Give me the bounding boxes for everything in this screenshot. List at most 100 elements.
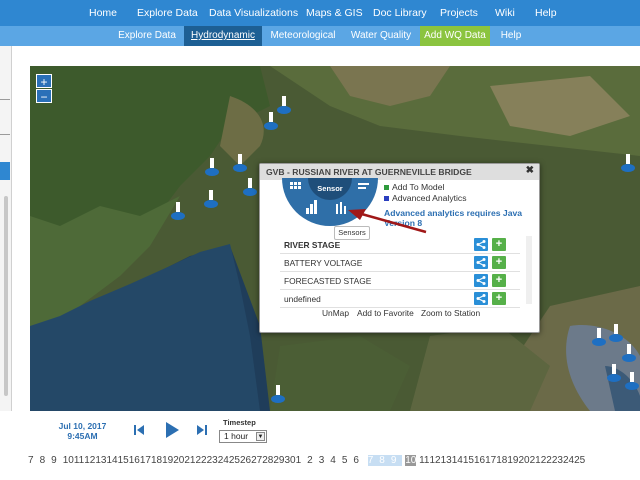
day-number[interactable]: 15 xyxy=(118,455,129,466)
station-marker-icon[interactable] xyxy=(609,324,623,342)
station-marker-icon[interactable] xyxy=(625,372,639,390)
play-icon[interactable] xyxy=(164,421,180,439)
station-marker-icon[interactable] xyxy=(204,190,218,208)
day-current[interactable]: 10 xyxy=(405,455,417,466)
nav-help[interactable]: Help xyxy=(535,0,557,26)
day-number[interactable]: 9 xyxy=(391,455,397,466)
day-number[interactable]: 8 xyxy=(40,455,46,466)
day-number[interactable]: 24 xyxy=(563,455,574,466)
nav-doc-library[interactable]: Doc Library xyxy=(373,0,427,26)
sensor-row[interactable]: undefined + xyxy=(280,290,520,308)
day-number[interactable]: 19 xyxy=(507,455,518,466)
day-number[interactable]: 13 xyxy=(441,455,452,466)
day-number[interactable]: 18 xyxy=(151,455,162,466)
day-number[interactable]: 25 xyxy=(574,455,585,466)
station-marker-icon[interactable] xyxy=(607,364,621,382)
advanced-analytics-option[interactable]: Advanced Analytics xyxy=(384,193,467,203)
days-before[interactable]: 7 8 9 1011121314151617181920212223242526272… xyxy=(28,455,365,466)
nav-projects[interactable]: Projects xyxy=(440,0,478,26)
day-number[interactable]: 23 xyxy=(207,455,218,466)
nav-wiki[interactable]: Wiki xyxy=(495,0,515,26)
day-number[interactable]: 23 xyxy=(552,455,563,466)
day-number[interactable]: 22 xyxy=(541,455,552,466)
add-icon[interactable]: + xyxy=(492,274,506,287)
day-number[interactable]: 19 xyxy=(162,455,173,466)
day-number[interactable]: 9 xyxy=(51,455,57,466)
station-marker-icon[interactable] xyxy=(621,154,635,172)
day-number[interactable]: 16 xyxy=(129,455,140,466)
day-number[interactable]: 28 xyxy=(262,455,273,466)
day-number[interactable]: 10 xyxy=(63,455,74,466)
zoom-in-button[interactable]: + xyxy=(36,74,52,89)
day-number[interactable]: 21 xyxy=(530,455,541,466)
nav-data-visualizations[interactable]: Data Visualizations xyxy=(209,0,298,26)
nav-maps-gis[interactable]: Maps & GIS xyxy=(306,0,363,26)
station-marker-icon[interactable] xyxy=(264,112,278,130)
day-strip[interactable]: 7 8 9 1011121314151617181920212223242526272… xyxy=(28,455,585,469)
day-number[interactable]: 25 xyxy=(229,455,240,466)
day-number[interactable]: 20 xyxy=(519,455,530,466)
panel-scrollbar[interactable] xyxy=(4,196,8,396)
step-back-icon[interactable] xyxy=(133,423,145,437)
tab-help[interactable]: Help xyxy=(496,26,526,46)
sensor-row[interactable]: FORECASTED STAGE + xyxy=(280,272,520,290)
day-number[interactable]: 6 xyxy=(353,455,359,466)
zoom-to-station-link[interactable]: Zoom to Station xyxy=(421,308,480,318)
add-to-favorite-link[interactable]: Add to Favorite xyxy=(357,308,414,318)
day-number[interactable]: 4 xyxy=(330,455,336,466)
station-marker-icon[interactable] xyxy=(205,158,219,176)
step-forward-icon[interactable] xyxy=(196,423,208,437)
day-number[interactable]: 27 xyxy=(251,455,262,466)
day-number[interactable]: 7 xyxy=(28,455,34,466)
station-marker-icon[interactable] xyxy=(622,344,636,362)
share-icon[interactable] xyxy=(474,292,488,305)
days-after[interactable]: 111213141516171819202122232425 xyxy=(419,455,585,466)
day-number[interactable]: 30 xyxy=(284,455,295,466)
unmap-link[interactable]: UnMap xyxy=(322,308,349,318)
day-number[interactable]: 8 xyxy=(379,455,385,466)
day-number[interactable]: 3 xyxy=(319,455,325,466)
day-number[interactable]: 11 xyxy=(419,455,429,466)
sensor-row[interactable]: BATTERY VOLTAGE + xyxy=(280,254,520,272)
station-marker-icon[interactable] xyxy=(171,202,185,220)
day-number[interactable]: 24 xyxy=(218,455,229,466)
share-icon[interactable] xyxy=(474,274,488,287)
day-number[interactable]: 26 xyxy=(240,455,251,466)
days-highlighted[interactable]: 789 xyxy=(367,455,403,466)
day-number[interactable]: 5 xyxy=(342,455,348,466)
zoom-out-button[interactable]: − xyxy=(36,89,52,104)
share-icon[interactable] xyxy=(474,256,488,269)
day-number[interactable]: 22 xyxy=(195,455,206,466)
day-number[interactable]: 15 xyxy=(463,455,474,466)
day-number[interactable]: 12 xyxy=(84,455,95,466)
station-marker-icon[interactable] xyxy=(243,178,257,196)
add-icon[interactable]: + xyxy=(492,292,506,305)
day-number[interactable]: 12 xyxy=(430,455,441,466)
tab-add-wq-data[interactable]: Add WQ Data xyxy=(420,26,490,46)
share-icon[interactable] xyxy=(474,238,488,251)
day-number[interactable]: 7 xyxy=(368,455,374,466)
tab-water-quality[interactable]: Water Quality xyxy=(346,26,416,46)
panel-tab[interactable] xyxy=(0,162,10,180)
day-number[interactable]: 13 xyxy=(95,455,106,466)
nav-home[interactable]: Home xyxy=(89,0,117,26)
day-number[interactable]: 1 xyxy=(296,455,302,466)
add-icon[interactable]: + xyxy=(492,238,506,251)
day-number[interactable]: 2 xyxy=(307,455,313,466)
day-number[interactable]: 21 xyxy=(184,455,195,466)
tab-meteorological[interactable]: Meteorological xyxy=(267,26,339,46)
close-icon[interactable]: ✖ xyxy=(526,165,534,176)
day-number[interactable]: 14 xyxy=(452,455,463,466)
tab-hydrodynamic[interactable]: Hydrodynamic xyxy=(184,26,262,46)
nav-explore-data[interactable]: Explore Data xyxy=(137,0,198,26)
add-to-model-option[interactable]: Add To Model xyxy=(384,182,444,192)
day-number[interactable]: 20 xyxy=(173,455,184,466)
popup-scrollbar[interactable] xyxy=(526,236,532,304)
station-marker-icon[interactable] xyxy=(233,154,247,172)
day-number[interactable]: 16 xyxy=(474,455,485,466)
day-number[interactable]: 14 xyxy=(106,455,117,466)
day-number[interactable]: 18 xyxy=(496,455,507,466)
day-number[interactable]: 11 xyxy=(74,455,84,466)
station-marker-icon[interactable] xyxy=(592,328,606,346)
station-marker-icon[interactable] xyxy=(271,385,285,403)
